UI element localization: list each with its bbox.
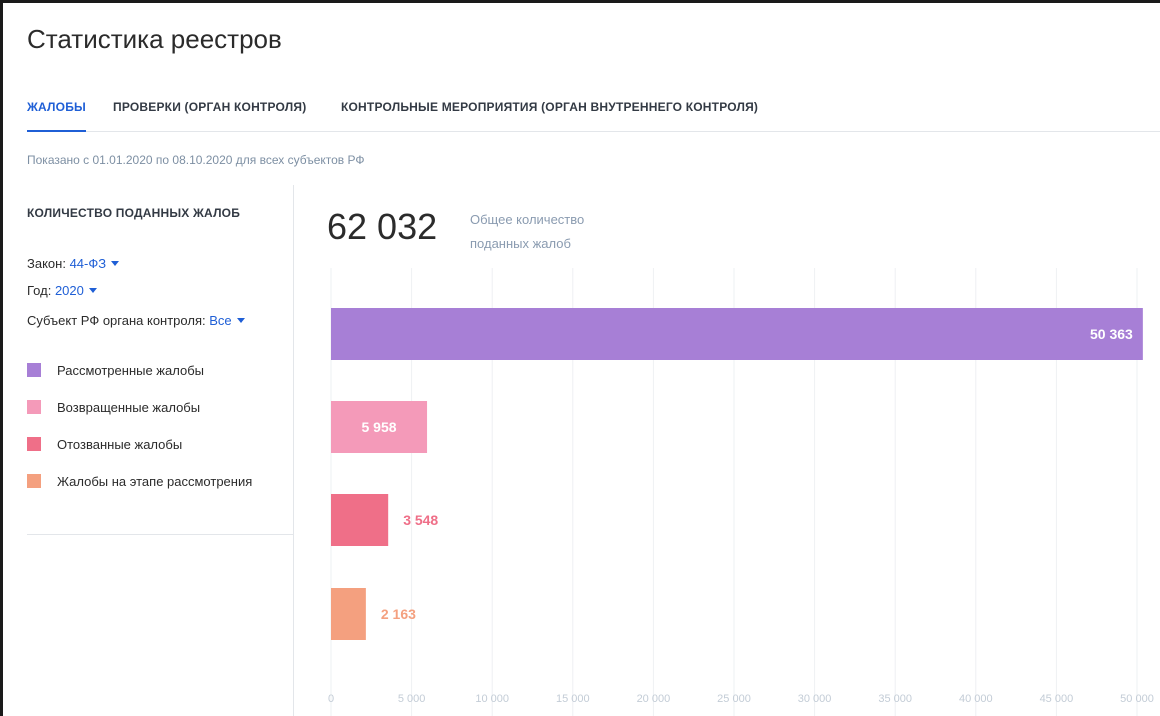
legend-swatch xyxy=(27,400,41,414)
filter-law-label: Закон: xyxy=(27,256,66,271)
filter-law: Закон: 44-ФЗ xyxy=(27,256,120,271)
filter-subject: Субъект РФ органа контроля: Все xyxy=(27,313,245,328)
x-tick-label: 25 000 xyxy=(717,693,751,705)
bar-data-label: 3 548 xyxy=(403,512,438,528)
legend-swatch xyxy=(27,363,41,377)
x-tick-label: 5 000 xyxy=(398,693,426,705)
x-tick-label: 40 000 xyxy=(959,693,993,705)
chevron-down-icon xyxy=(88,288,97,293)
filter-subject-value: Все xyxy=(209,313,232,328)
bar xyxy=(331,308,1143,360)
x-tick-label: 20 000 xyxy=(637,693,671,705)
bar xyxy=(331,588,366,640)
legend-swatch xyxy=(27,437,41,451)
total-count: 62 032 xyxy=(327,206,438,247)
legend-label: Отозванные жалобы xyxy=(57,437,183,452)
x-tick-label: 50 000 xyxy=(1120,693,1154,705)
chevron-down-icon xyxy=(111,261,120,266)
total-caption-line2: поданных жалоб xyxy=(470,236,571,251)
chevron-down-icon xyxy=(236,318,245,323)
total-caption-line1: Общее количество xyxy=(470,212,585,227)
filter-subject-label: Субъект РФ органа контроля: xyxy=(27,313,206,328)
x-tick-label: 0 xyxy=(328,693,334,705)
legend-label: Рассмотренные жалобы xyxy=(57,363,204,378)
x-tick-label: 35 000 xyxy=(878,693,912,705)
filter-year-value: 2020 xyxy=(54,283,84,298)
column-divider xyxy=(293,185,294,716)
tab-control-events[interactable]: КОНТРОЛЬНЫЕ МЕРОПРИЯТИЯ (ОРГАН ВНУТРЕННЕ… xyxy=(341,100,758,131)
total-caption: Общее количество поданных жалоб xyxy=(470,208,620,256)
x-tick-label: 45 000 xyxy=(1040,693,1074,705)
page-title: Статистика реестров xyxy=(27,24,282,54)
legend-swatch xyxy=(27,474,41,488)
x-tick-label: 15 000 xyxy=(556,693,590,705)
filter-year-dropdown[interactable]: 2020 xyxy=(55,283,97,298)
legend-label: Возвращенные жалобы xyxy=(57,400,201,415)
complaints-bar-chart: 0 5 000 10 000 15 000 20 000 25 000 30 000 35 0… xyxy=(328,268,1154,716)
x-tick-label: 10 000 xyxy=(475,693,509,705)
filter-law-value: 44-ФЗ xyxy=(69,256,107,271)
bar-data-label: 5 958 xyxy=(361,419,396,435)
tabs-bar: ЖАЛОБЫ ПРОВЕРКИ (ОРГАН КОНТРОЛЯ) КОНТРОЛ… xyxy=(27,100,1160,132)
x-tick-label: 30 000 xyxy=(798,693,832,705)
panel-title: КОЛИЧЕСТВО ПОДАННЫХ ЖАЛОБ xyxy=(27,206,241,220)
filter-year-label: Год: xyxy=(27,283,52,298)
tab-inspections[interactable]: ПРОВЕРКИ (ОРГАН КОНТРОЛЯ) xyxy=(113,100,306,131)
tab-complaints[interactable]: ЖАЛОБЫ xyxy=(27,100,86,132)
filter-panel: КОЛИЧЕСТВО ПОДАННЫХ ЖАЛОБ Закон: 44-ФЗ Г… xyxy=(27,185,293,535)
filter-year: Год: 2020 xyxy=(27,283,97,298)
filter-law-dropdown[interactable]: 44-ФЗ xyxy=(70,256,120,271)
period-text: Показано с 01.01.2020 по 08.10.2020 для … xyxy=(27,153,365,167)
bar-data-label: 50 363 xyxy=(1090,326,1133,342)
bar xyxy=(331,494,389,546)
legend-label: Жалобы на этапе рассмотрения xyxy=(57,474,253,489)
bar-data-label: 2 163 xyxy=(381,606,416,622)
filter-subject-dropdown[interactable]: Все xyxy=(209,313,245,328)
